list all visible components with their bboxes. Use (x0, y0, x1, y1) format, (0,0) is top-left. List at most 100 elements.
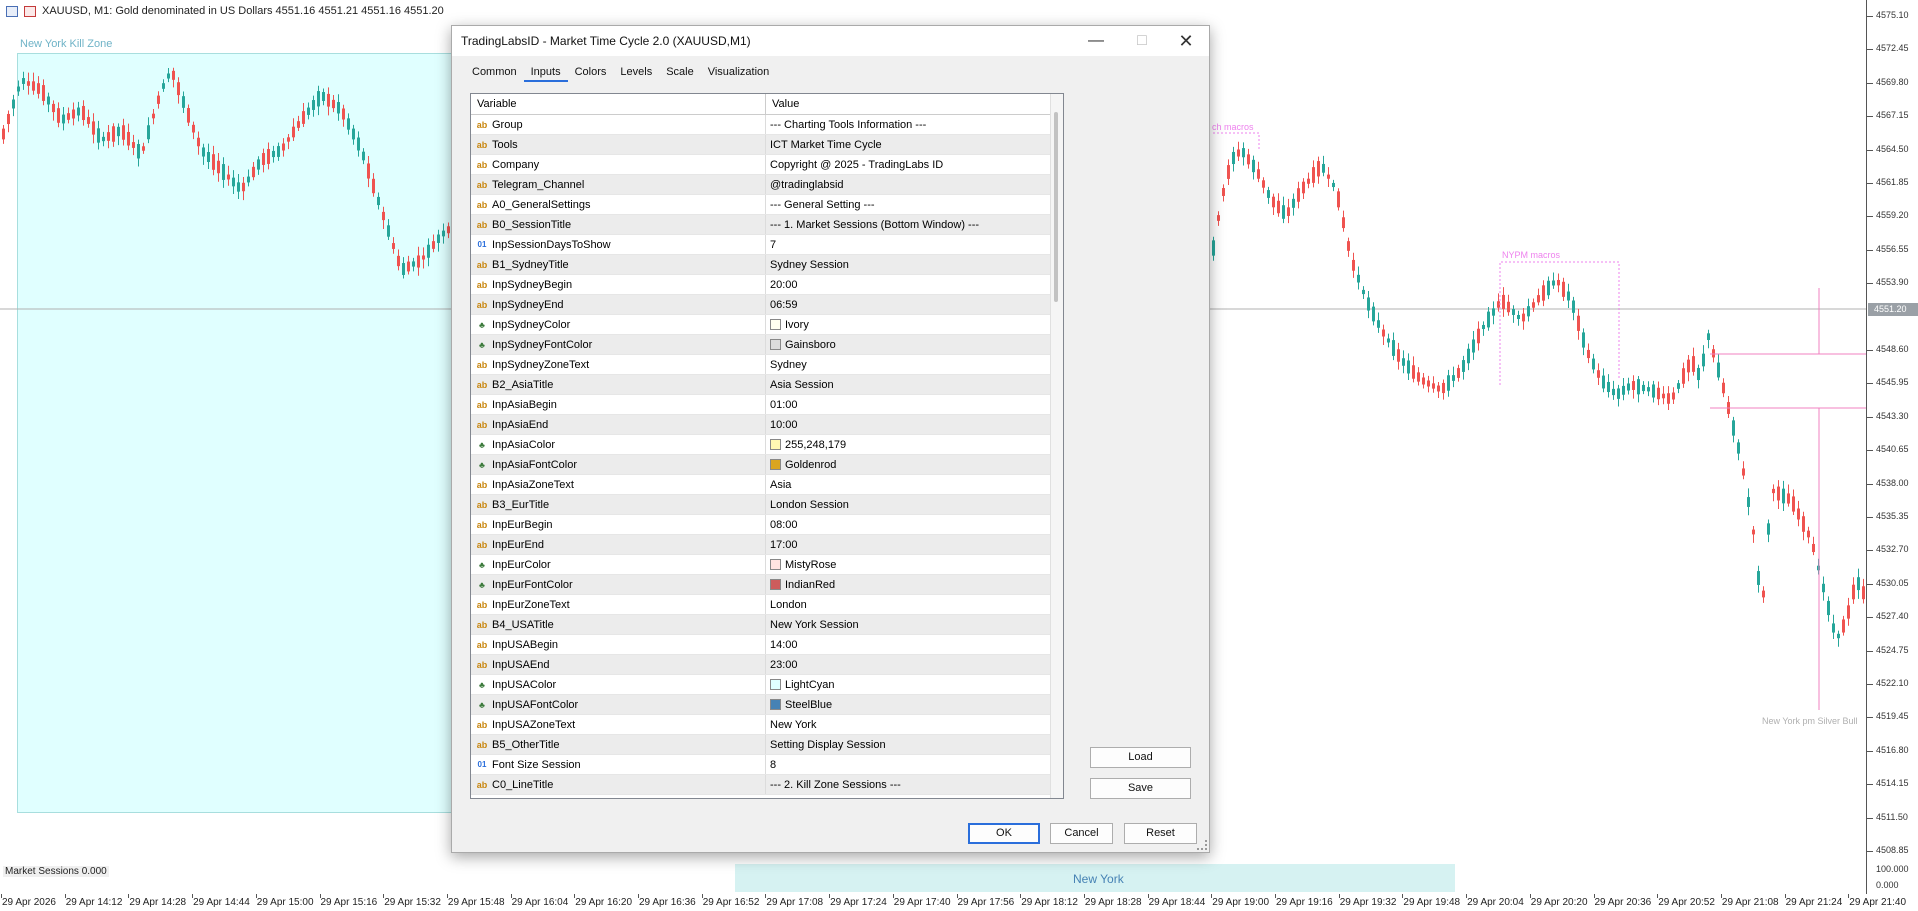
input-value-cell[interactable]: 17:00 (766, 535, 1063, 554)
grid-scrollbar[interactable] (1050, 94, 1063, 798)
input-value-cell[interactable]: Ivory (766, 315, 1063, 334)
color-swatch[interactable] (770, 319, 781, 330)
column-header-variable[interactable]: Variable (471, 94, 766, 114)
input-value-cell[interactable]: --- General Setting --- (766, 195, 1063, 214)
input-row[interactable]: ab InpUSAEnd 23:00 (471, 655, 1063, 675)
input-row[interactable]: ab Group --- Charting Tools Information --… (471, 115, 1063, 135)
input-value-cell[interactable]: Asia Session (766, 375, 1063, 394)
inputs-grid[interactable]: Variable Value ab Group --- Charting Tools… (470, 93, 1064, 799)
input-row[interactable]: ab B4_USATitle New York Session (471, 615, 1063, 635)
color-swatch[interactable] (770, 579, 781, 590)
input-value-cell[interactable]: Gainsboro (766, 335, 1063, 354)
input-value-cell[interactable]: London (766, 595, 1063, 614)
input-row[interactable]: ♣ InpSydneyFontColor Gainsboro (471, 335, 1063, 355)
input-row[interactable]: ab InpAsiaZoneText Asia (471, 475, 1063, 495)
maximize-icon[interactable]: □ (1119, 26, 1165, 56)
input-row[interactable]: ab B1_SydneyTitle Sydney Session (471, 255, 1063, 275)
input-value-cell[interactable]: New York (766, 715, 1063, 734)
input-value-cell[interactable]: Copyright @ 2025 - TradingLabs ID (766, 155, 1063, 174)
input-row[interactable]: ab Tools ICT Market Time Cycle (471, 135, 1063, 155)
color-swatch[interactable] (770, 339, 781, 350)
tab-visualization[interactable]: Visualization (701, 64, 777, 82)
input-value-cell[interactable]: @tradinglabsid (766, 175, 1063, 194)
input-row[interactable]: 01 InpSessionDaysToShow 7 (471, 235, 1063, 255)
input-value-cell[interactable]: 08:00 (766, 515, 1063, 534)
color-swatch[interactable] (770, 459, 781, 470)
input-row[interactable]: ♣ InpAsiaColor 255,248,179 (471, 435, 1063, 455)
input-row[interactable]: ab InpEurZoneText London (471, 595, 1063, 615)
input-row[interactable]: ab InpUSAZoneText New York (471, 715, 1063, 735)
color-swatch[interactable] (770, 699, 781, 710)
input-value-cell[interactable]: 01:00 (766, 395, 1063, 414)
dialog-titlebar[interactable]: TradingLabsID - Market Time Cycle 2.0 (X… (452, 26, 1209, 56)
input-row[interactable]: ♣ InpUSAFontColor SteelBlue (471, 695, 1063, 715)
close-icon[interactable]: ✕ (1163, 26, 1209, 56)
input-row[interactable]: ab B2_AsiaTitle Asia Session (471, 375, 1063, 395)
tab-levels[interactable]: Levels (613, 64, 659, 82)
input-row[interactable]: ab InpEurEnd 17:00 (471, 535, 1063, 555)
input-value-cell[interactable]: 255,248,179 (766, 435, 1063, 454)
input-row[interactable]: ab InpUSABegin 14:00 (471, 635, 1063, 655)
input-value-cell[interactable]: 14:00 (766, 635, 1063, 654)
ok-button[interactable]: OK (968, 823, 1040, 844)
input-value-cell[interactable]: Goldenrod (766, 455, 1063, 474)
market-sessions-subwindow[interactable]: New York Market Sessions 0.000 (0, 862, 1866, 895)
input-row[interactable]: ab InpAsiaBegin 01:00 (471, 395, 1063, 415)
chart-grid-icon[interactable] (6, 5, 18, 17)
tab-colors[interactable]: Colors (568, 64, 614, 82)
input-value-cell[interactable]: 20:00 (766, 275, 1063, 294)
input-row[interactable]: 01 Font Size Session 8 (471, 755, 1063, 775)
input-row[interactable]: ab Company Copyright @ 2025 - TradingLabs … (471, 155, 1063, 175)
input-row[interactable]: ab InpEurBegin 08:00 (471, 515, 1063, 535)
reset-button[interactable]: Reset (1124, 823, 1197, 844)
scrollbar-thumb[interactable] (1054, 112, 1058, 302)
input-row[interactable]: ab InpSydneyZoneText Sydney (471, 355, 1063, 375)
color-swatch[interactable] (770, 559, 781, 570)
input-value-cell[interactable]: --- 1. Market Sessions (Bottom Window) -… (766, 215, 1063, 234)
color-swatch[interactable] (770, 439, 781, 450)
input-row[interactable]: ♣ InpSydneyColor Ivory (471, 315, 1063, 335)
input-value-cell[interactable]: LightCyan (766, 675, 1063, 694)
input-value-cell[interactable]: 10:00 (766, 415, 1063, 434)
input-row[interactable]: ab B5_OtherTitle Setting Display Session (471, 735, 1063, 755)
input-value-cell[interactable]: ICT Market Time Cycle (766, 135, 1063, 154)
input-row[interactable]: ab B3_EurTitle London Session (471, 495, 1063, 515)
input-value-cell[interactable]: Sydney (766, 355, 1063, 374)
input-value-cell[interactable]: 7 (766, 235, 1063, 254)
input-value-cell[interactable]: --- 2. Kill Zone Sessions --- (766, 775, 1063, 794)
chart-type-icon[interactable] (24, 5, 36, 17)
input-value-cell[interactable]: 06:59 (766, 295, 1063, 314)
input-row[interactable]: ♣ InpAsiaFontColor Goldenrod (471, 455, 1063, 475)
input-row[interactable]: ♣ InpEurFontColor IndianRed (471, 575, 1063, 595)
input-value-cell[interactable]: 23:00 (766, 655, 1063, 674)
price-scale[interactable]: 4575.10 4572.45 4569.80 4567.15 4564.50 4561.… (1866, 0, 1918, 862)
input-value-cell[interactable]: New York Session (766, 615, 1063, 634)
input-value-cell[interactable]: London Session (766, 495, 1063, 514)
resize-grip-icon[interactable] (1197, 840, 1207, 850)
input-value-cell[interactable]: MistyRose (766, 555, 1063, 574)
input-row[interactable]: ♣ InpEurColor MistyRose (471, 555, 1063, 575)
input-row[interactable]: ab InpSydneyEnd 06:59 (471, 295, 1063, 315)
input-value-cell[interactable]: Setting Display Session (766, 735, 1063, 754)
input-row[interactable]: ab InpAsiaEnd 10:00 (471, 415, 1063, 435)
tab-scale[interactable]: Scale (659, 64, 701, 82)
input-value-cell[interactable]: IndianRed (766, 575, 1063, 594)
tab-common[interactable]: Common (465, 64, 524, 82)
input-row[interactable]: ab Telegram_Channel @tradinglabsid (471, 175, 1063, 195)
tab-inputs[interactable]: Inputs (523, 64, 568, 82)
input-value-cell[interactable]: 8 (766, 755, 1063, 774)
input-value-cell[interactable]: --- Charting Tools Information --- (766, 115, 1063, 134)
cancel-button[interactable]: Cancel (1050, 823, 1113, 844)
input-row[interactable]: ab A0_GeneralSettings --- General Setting … (471, 195, 1063, 215)
input-value-cell[interactable]: Sydney Session (766, 255, 1063, 274)
minimize-icon[interactable]: — (1073, 26, 1119, 56)
column-header-value[interactable]: Value (766, 94, 1063, 114)
input-row[interactable]: ♣ InpUSAColor LightCyan (471, 675, 1063, 695)
input-row[interactable]: ab InpSydneyBegin 20:00 (471, 275, 1063, 295)
input-value-cell[interactable]: Asia (766, 475, 1063, 494)
save-button[interactable]: Save (1090, 778, 1191, 799)
color-swatch[interactable] (770, 679, 781, 690)
load-button[interactable]: Load (1090, 747, 1191, 768)
input-value-cell[interactable]: SteelBlue (766, 695, 1063, 714)
input-row[interactable]: ab B0_SessionTitle --- 1. Market Sessions … (471, 215, 1063, 235)
